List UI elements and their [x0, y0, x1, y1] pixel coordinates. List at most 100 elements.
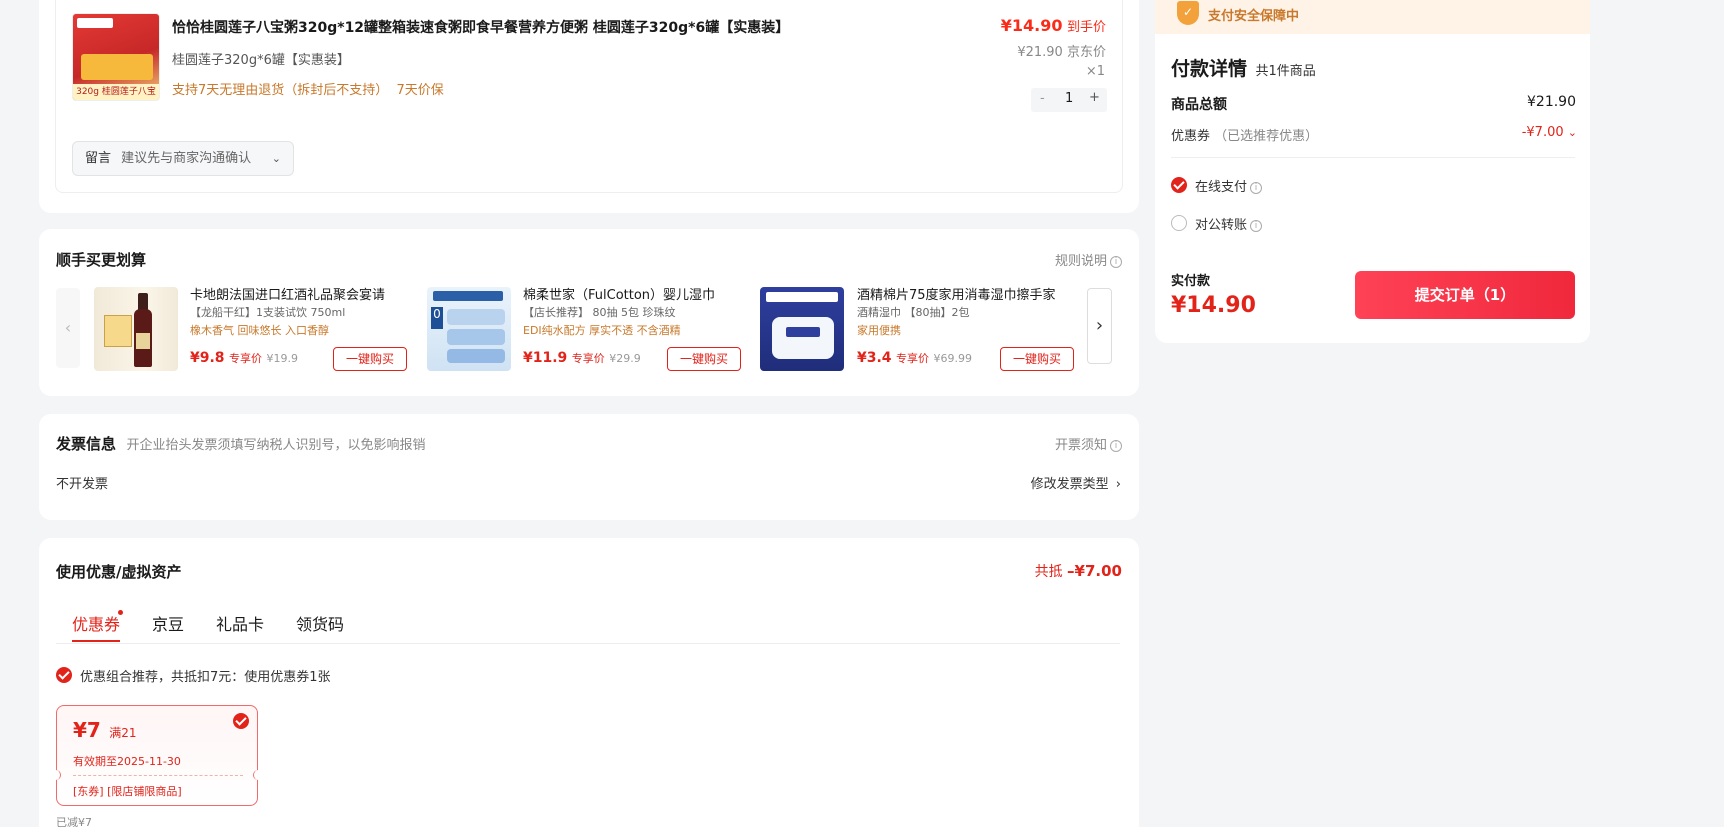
- bundle-item-price: ¥3.4: [857, 350, 892, 366]
- carousel-prev-button[interactable]: ‹: [56, 288, 80, 368]
- invoice-change-link[interactable]: 修改发票类型 ›: [1031, 473, 1121, 492]
- invoice-title: 发票信息: [56, 435, 117, 453]
- coupon-total-label: 共抵: [1034, 564, 1063, 580]
- invoice-header: 发票信息 开企业抬头发票须填写纳税人识别号，以免影响报销: [56, 433, 425, 454]
- tab-coupon[interactable]: 优惠券: [72, 611, 120, 635]
- bundle-item-member-tag: 专享价: [571, 352, 605, 365]
- coupon-ticket-notch-left: [51, 770, 61, 780]
- tab-redeem-code[interactable]: 领货码: [296, 611, 344, 635]
- quantity-stepper: - 1 +: [1031, 88, 1107, 112]
- security-banner-text: 支付安全保障中: [1208, 9, 1300, 24]
- tab-active-underline: [72, 640, 120, 642]
- corporate-label[interactable]: 对公转账 i: [1195, 214, 1263, 233]
- payment-title: 付款详情: [1171, 58, 1248, 80]
- bundle-item-sub: 【龙船干红】1支装试饮 750ml: [190, 306, 346, 319]
- bundle-item-tags: 橡木香气 回味悠长 入口香醇: [190, 324, 329, 337]
- bundle-item-tags: 家用便携: [857, 324, 901, 337]
- radio-corporate-unselected[interactable]: [1171, 215, 1187, 231]
- coupon-ticket-validity: 有效期至2025-11-30: [73, 755, 181, 768]
- bundle-item-sub: 酒精湿巾 【80抽】2包: [857, 306, 970, 319]
- qty-minus-button[interactable]: -: [1040, 91, 1045, 106]
- bundle-item-member-tag: 专享价: [896, 352, 929, 365]
- coupon-reduced-text: 已减¥7: [56, 816, 92, 827]
- bundle-item-price-row: ¥11.9 专享价 ¥29.9: [523, 350, 641, 366]
- bundle-rules-label: 规则说明: [1054, 254, 1107, 269]
- tab-dot-badge: [118, 610, 123, 615]
- bundle-item-price-row: ¥3.4 专享价 ¥69.99: [857, 350, 972, 366]
- invoice-card: [39, 414, 1139, 520]
- bundle-item-thumbnail[interactable]: [760, 287, 844, 371]
- chevron-right-icon: ›: [1115, 477, 1121, 492]
- payment-header: 付款详情 共1件商品: [1171, 54, 1316, 81]
- bundle-item-orig: ¥69.99: [933, 352, 972, 365]
- invoice-change-label: 修改发票类型: [1030, 477, 1109, 492]
- submit-order-button[interactable]: 提交订单（1）: [1355, 271, 1575, 319]
- coupon-total-value: –¥7.00: [1067, 562, 1122, 580]
- carousel-next-button[interactable]: ›: [1087, 288, 1112, 364]
- message-label: 留言: [85, 151, 112, 166]
- message-placeholder: 建议先与商家沟通确认: [121, 151, 252, 166]
- online-pay-text: 在线支付: [1195, 180, 1248, 195]
- coupon-row-label: 优惠券: [1171, 129, 1211, 144]
- coupon-ticket[interactable]: ¥7 满21 有效期至2025-11-30 [东券] [限店铺限商品]: [51, 705, 263, 806]
- product-price-tag: 到手价: [1066, 20, 1106, 35]
- bundle-item-name[interactable]: 卡地朗法国进口红酒礼品聚会宴请: [190, 284, 385, 303]
- info-icon: i: [1110, 439, 1122, 452]
- product-title[interactable]: 恰恰桂圆莲子八宝粥320g*12罐整箱装速食粥即食早餐营养方便粥 桂圆莲子320…: [172, 17, 789, 37]
- check-circle-icon: [233, 713, 249, 729]
- coupon-row-note: （已选推荐优惠）: [1214, 129, 1319, 144]
- product-orig-price: ¥21.90: [1017, 45, 1063, 60]
- thumbnail-caption: 320g 桂圆莲子八宝粥: [73, 84, 159, 100]
- product-qty-label: ×1: [1085, 64, 1105, 79]
- message-box[interactable]: 留言 建议先与商家沟通确认 ⌄: [72, 141, 294, 176]
- coupon-row: 优惠券 （已选推荐优惠）: [1171, 125, 1318, 144]
- bundle-item-name[interactable]: 棉柔世家（FulCotton）婴儿湿巾: [523, 284, 715, 303]
- coupon-total: 共抵 –¥7.00: [1035, 561, 1122, 581]
- coupon-ticket-dashed-line: [73, 775, 243, 776]
- product-thumbnail[interactable]: 320g 桂圆莲子八宝粥: [72, 13, 160, 101]
- tabs-divider: [56, 643, 1120, 644]
- bundle-item-thumbnail[interactable]: [94, 287, 178, 371]
- info-icon: i: [1250, 181, 1263, 194]
- product-service: 支持7天无理由退货（拆封后不支持） 7天价保: [172, 83, 444, 98]
- qty-plus-button[interactable]: +: [1089, 90, 1100, 105]
- bundle-item-sub: 【店长推荐】 80抽 5包 珍珠纹: [523, 306, 676, 319]
- product-orig-row: ¥21.90 京东价: [1017, 41, 1106, 60]
- chevron-down-icon: ⌄: [271, 152, 281, 165]
- bundle-item-tags: EDI纯水配方 厚实不透 不含酒精: [523, 324, 681, 337]
- chevron-down-icon: ⌄: [1567, 126, 1577, 139]
- bundle-buy-button[interactable]: 一键购买: [1000, 347, 1074, 371]
- bundle-item-name[interactable]: 酒精棉片75度家用消毒湿巾擦手家: [857, 284, 1056, 303]
- coupon-section-title: 使用优惠/虚拟资产: [56, 563, 182, 581]
- actual-pay-value: ¥14.90: [1171, 293, 1256, 318]
- coupon-row-value[interactable]: -¥7.00 ⌄: [1522, 125, 1577, 140]
- invoice-notice-link[interactable]: 开票须知 i: [1055, 434, 1122, 453]
- bundle-buy-button[interactable]: 一键购买: [333, 347, 407, 371]
- goods-total-value: ¥21.90: [1527, 94, 1576, 110]
- bundle-item-thumbnail[interactable]: 0: [427, 287, 511, 371]
- bundle-item-orig: ¥19.9: [266, 352, 298, 365]
- check-circle-icon[interactable]: [56, 667, 72, 683]
- chevron-right-icon: ›: [1095, 315, 1104, 336]
- bundle-title: 顺手买更划算: [56, 251, 147, 269]
- bundle-item-price-row: ¥9.8 专享价 ¥19.9: [190, 350, 298, 366]
- bundle-buy-button[interactable]: 一键购买: [667, 347, 741, 371]
- invoice-hint: 开企业抬头发票须填写纳税人识别号，以免影响报销: [126, 438, 426, 453]
- corporate-text: 对公转账: [1195, 218, 1248, 233]
- coupon-ticket-amount: ¥7: [73, 718, 101, 742]
- bundle-item-orig: ¥29.9: [609, 352, 641, 365]
- tab-giftcard[interactable]: 礼品卡: [216, 611, 264, 635]
- coupon-ticket-condition: 满21: [109, 726, 137, 740]
- payment-divider: [1171, 157, 1575, 158]
- tab-jingdou[interactable]: 京豆: [152, 611, 184, 635]
- coupon-ticket-notch-right: [253, 770, 263, 780]
- radio-online-pay-selected[interactable]: [1171, 177, 1187, 193]
- coupon-recommend-text: 优惠组合推荐，共抵扣7元：使用优惠券1张: [80, 670, 331, 685]
- product-spec: 桂圆莲子320g*6罐【实惠装】: [172, 53, 350, 68]
- qty-value[interactable]: 1: [1065, 91, 1073, 106]
- bundle-rules-link[interactable]: 规则说明 i: [1055, 250, 1122, 269]
- actual-pay-label: 实付款: [1171, 274, 1211, 289]
- info-icon: i: [1250, 219, 1263, 232]
- bundle-item-price: ¥9.8: [190, 350, 225, 366]
- online-pay-label[interactable]: 在线支付 i: [1195, 176, 1263, 195]
